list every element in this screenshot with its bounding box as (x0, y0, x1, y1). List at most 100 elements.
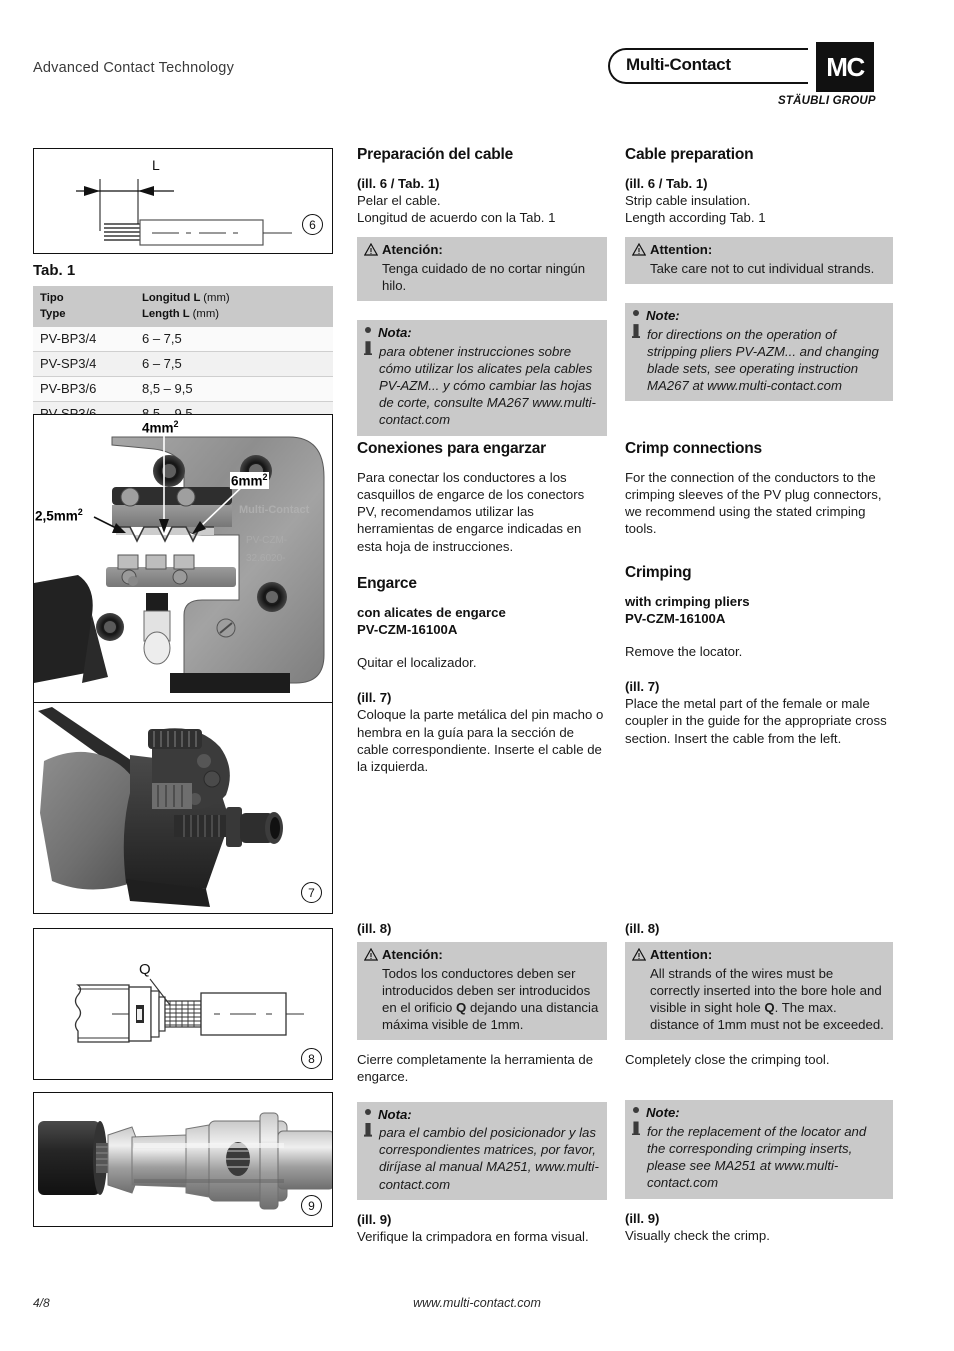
body-remove-locator-en: Remove the locator. (625, 643, 743, 659)
body-remove-locator-es: Quitar el localizador. (357, 655, 477, 671)
heading-crimp-connections-es: Conexiones para engarzar (357, 440, 547, 457)
figure-6-cable-stripping-diagram: L 6 (33, 148, 333, 254)
figure-crimping-pliers-photo: Multi-Contact PV-CZM- 32.6020- 4mm2 6mm2… (33, 414, 333, 704)
fig6-dimension-label: L (152, 157, 160, 173)
callout-note-body-en: for the replacement of the locator and t… (647, 1123, 867, 1191)
info-i-icon (364, 327, 373, 357)
multi-contact-logo: Multi-Contact MC STÄUBLI GROUP (608, 42, 898, 110)
body-place-metal-part-en: Place the metal part of the female or ma… (625, 696, 887, 746)
label-6mm2: 6mm2 (230, 472, 269, 489)
heading-cable-preparation-es: Preparación del cable (357, 146, 514, 163)
table-header-type-es: Tipo (40, 292, 64, 304)
ref-ill7-en: (ill. 7) (625, 679, 660, 695)
callout-attention-body-es: Todos los conductores deben ser introduc… (382, 965, 599, 1033)
callout-note-stripping-es: Nota: para obtener instrucciones sobre c… (357, 320, 607, 436)
table-cell-length: 6 – 7,5 (135, 326, 333, 352)
body-close-tool-en: Completely close the crimping tool. (625, 1052, 830, 1068)
warning-triangle-icon (364, 948, 378, 961)
ref-ill9-es: (ill. 9) (357, 1211, 392, 1227)
figure-number-8: 8 (301, 1048, 322, 1069)
figure-number-9: 9 (301, 1195, 322, 1216)
table-row: PV-BP3/6 8,5 – 9,5 (33, 376, 333, 402)
figure-number-7: 7 (301, 882, 322, 903)
body-visual-check-es: Verifique la crimpadora en forma visual. (357, 1228, 589, 1244)
table-row: PV-BP3/4 6 – 7,5 (33, 326, 333, 352)
heading-cable-preparation-en: Cable preparation (625, 146, 754, 163)
svg-text:32.6020-: 32.6020- (246, 553, 285, 564)
callout-note-title-en: Note: (646, 308, 680, 324)
figure-8-sight-hole-diagram: Q 8 (33, 928, 333, 1080)
body-strip-cable-en: Strip cable insulation. (625, 193, 751, 209)
table-1-title: Tab. 1 (33, 262, 76, 279)
spanish-column-section-2: Conexiones para engarzar Para conectar l… (357, 440, 607, 786)
body-strip-cable-es: Pelar el cable. (357, 193, 441, 209)
english-column-section-3: (ill. 8) Attention: All strands of the w… (625, 920, 893, 1255)
ref-ill8-es: (ill. 8) (357, 921, 392, 936)
figure-9-crimped-contact-photo: 9 (33, 1092, 333, 1227)
spanish-column-section-3: (ill. 8) Atención: Todos los conductores… (357, 920, 607, 1256)
callout-attention-insert-en: Attention: All strands of the wires must… (625, 942, 893, 1041)
info-i-icon (364, 1108, 373, 1139)
callout-note-locator-en: Note: for the replacement of the locator… (625, 1100, 893, 1199)
info-i-icon (632, 310, 641, 340)
figure-number-6: 6 (302, 214, 323, 235)
ref-ill6-tab1-en: (ill. 6 / Tab. 1) (625, 176, 708, 191)
table-cell-length: 8,5 – 9,5 (135, 376, 333, 402)
table-header-length-unit-es: (mm) (203, 292, 230, 304)
table-header-length-en: Length (142, 308, 180, 321)
callout-note-title-en: Note: (646, 1105, 680, 1121)
callout-attention-title-en: Attention: (650, 947, 713, 963)
pliers-photo-svg: Multi-Contact PV-CZM- 32.6020- (34, 415, 332, 703)
figure-7-pliers-with-connector-photo: 7 (33, 702, 333, 914)
table-header-row: Tipo Type Longitud L (mm) Length L (mm) (33, 286, 333, 327)
body-crimp-connections-en: For the connection of the conductors to … (625, 470, 882, 537)
callout-attention-body-en: Take care not to cut individual strands. (650, 260, 875, 276)
callout-note-body-es: para obtener instrucciones sobre cómo ut… (379, 343, 596, 428)
body-length-es: Longitud de acuerdo con la Tab. 1 (357, 210, 556, 226)
label-2-5mm2: 2,5mm2 (34, 507, 84, 524)
table-header-length: Longitud L (mm) Length L (mm) (135, 286, 333, 327)
svg-text:Multi-Contact: Multi-Contact (239, 504, 310, 516)
callout-attention-body-es: Tenga cuidado de no cortar ningún hilo. (382, 260, 586, 294)
callout-note-title-es: Nota: (378, 1106, 412, 1122)
callout-note-body-es: para el cambio del posicionador y las co… (379, 1125, 599, 1192)
table-cell-type: PV-BP3/4 (33, 326, 135, 352)
callout-note-body-en: for directions on the operation of strip… (647, 326, 879, 394)
logo-brand-text: Multi-Contact (626, 55, 731, 74)
cable-length-table: Tipo Type Longitud L (mm) Length L (mm) … (33, 286, 333, 427)
table-row: PV-SP3/4 6 – 7,5 (33, 351, 333, 377)
callout-note-title-es: Nota: (378, 325, 412, 341)
ref-ill8-en: (ill. 8) (625, 921, 660, 936)
warning-triangle-icon (632, 243, 646, 257)
callout-attention-title-es: Atención: (382, 947, 443, 963)
warning-triangle-icon (364, 243, 378, 257)
body-place-metal-part-es: Coloque la parte metálica del pin macho … (357, 707, 604, 774)
heading-crimp-connections-en: Crimp connections (625, 440, 762, 457)
table-cell-type: PV-BP3/6 (33, 376, 135, 402)
fig7-photo-svg (34, 703, 332, 913)
svg-text:PV-CZM-: PV-CZM- (246, 535, 287, 546)
body-visual-check-en: Visually check the crimp. (625, 1227, 770, 1243)
footer-url: www.multi-contact.com (413, 1296, 541, 1310)
ref-ill6-tab1-es: (ill. 6 / Tab. 1) (357, 176, 440, 191)
table-header-type: Tipo Type (33, 286, 135, 327)
table-header-length-es: Longitud (142, 292, 191, 304)
header-tagline: Advanced Contact Technology (33, 60, 235, 76)
ref-ill7-es: (ill. 7) (357, 690, 392, 706)
ref-ill9-en: (ill. 9) (625, 1210, 660, 1226)
body-length-en: Length according Tab. 1 (625, 210, 766, 226)
spanish-column-section-1: Preparación del cable (ill. 6 / Tab. 1) … (357, 146, 607, 447)
info-i-icon (632, 1107, 641, 1137)
sight-hole-ref-en: Q (764, 999, 775, 1015)
fig6-svg (76, 179, 292, 246)
callout-attention-insert-es: Atención: Todos los conductores deben se… (357, 942, 607, 1041)
english-column-section-1: Cable preparation (ill. 6 / Tab. 1) Stri… (625, 146, 893, 412)
subheading-pliers-en: with crimping pliers PV-CZM-16100A (625, 593, 750, 626)
english-column-section-2: Crimp connections For the connection of … (625, 440, 893, 758)
warning-triangle-icon (632, 948, 646, 961)
table-cell-length: 6 – 7,5 (135, 351, 333, 377)
callout-attention-body-en: All strands of the wires must be correct… (650, 965, 884, 1033)
table-cell-type: PV-SP3/4 (33, 351, 135, 377)
callout-attention-title-es: Atención: (382, 242, 443, 258)
subheading-pliers-es: con alicates de engarce PV-CZM-16100A (357, 604, 506, 637)
